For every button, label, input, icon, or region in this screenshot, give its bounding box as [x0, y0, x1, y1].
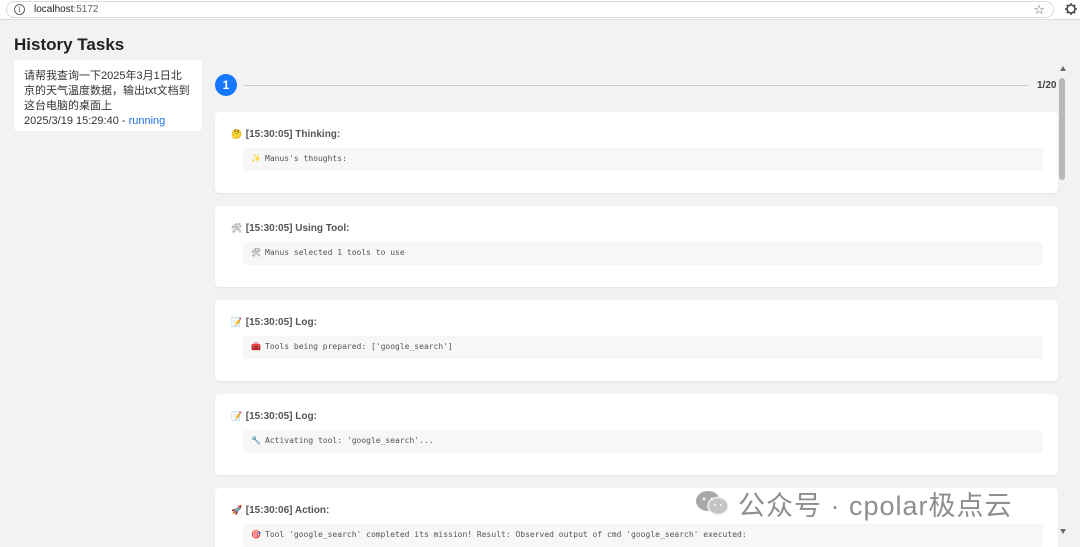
log-header: 🤔 [15:30:05] Thinking: — [231, 129, 340, 140]
tools-icon: 🛠 — [251, 248, 262, 257]
memo-icon: 📝 — [231, 317, 243, 327]
log-card: 📝 [15:30:05] Log: 🧰 Tools being prepared:… — [215, 300, 1058, 381]
sparkles-icon: ✨ — [251, 154, 261, 163]
step-indicator[interactable]: 1 — [215, 74, 237, 96]
watermark: 公众号 · cpolar极点云 — [694, 484, 1013, 522]
rocket-icon: 🚀 — [231, 505, 243, 515]
task-timestamp: 2025/3/19 15:29:40 — [24, 115, 119, 127]
log-header: 📝 [15:30:05] Log: — [231, 411, 317, 422]
step-progress-line — [244, 85, 1028, 86]
log-content: 🛠 Manus selected 1 tools to use — [243, 242, 1043, 265]
log-card: 🛠 [15:30:05] Using Tool: 🛠 Manus selected… — [215, 206, 1058, 287]
history-tasks-title: History Tasks — [14, 35, 125, 54]
log-content: 🎯 Tool 'google_search' completed its miss… — [243, 524, 1043, 547]
log-title: [15:30:06] Action: — [245, 505, 330, 516]
extensions-icon[interactable] — [1064, 2, 1078, 16]
task-status: running — [128, 115, 166, 127]
url-text[interactable]: localhost:5172 — [34, 4, 99, 15]
history-task-item[interactable]: 请帮我查询一下2025年3月1日北京的天气温度数据，输出txt文档到这台电脑的桌… — [14, 60, 202, 131]
log-content: ✨ Manus's thoughts: — [243, 148, 1043, 171]
wechat-logo-icon — [696, 491, 729, 516]
log-text: Manus selected 1 tools to use — [265, 248, 405, 257]
log-text: Tools being prepared: ['google_search'] — [265, 342, 453, 351]
task-prompt: 请帮我查询一下2025年3月1日北京的天气温度数据，输出txt文档到这台电脑的桌… — [24, 70, 190, 112]
scroll-down-arrow-icon[interactable] — [1060, 529, 1066, 534]
vertical-scrollbar[interactable] — [1058, 64, 1068, 540]
log-title: [15:30:05] Using Tool: — [245, 223, 350, 234]
task-separator: - — [118, 115, 129, 127]
log-title: [15:30:05] Thinking: — [245, 129, 341, 140]
log-text: Manus's thoughts: — [265, 154, 347, 163]
log-text: Tool 'google_search' completed its missi… — [265, 530, 747, 539]
thinking-icon: 🤔 — [231, 129, 243, 139]
bookmark-star-icon[interactable]: ☆ — [1033, 2, 1045, 17]
log-card: 🤔 [15:30:05] Thinking: ✨ Manus's thoughts… — [215, 112, 1058, 193]
log-header: 📝 [15:30:05] Log: — [231, 317, 317, 328]
browser-toolbar: i localhost:5172 ☆ — [0, 0, 1080, 20]
scroll-thumb[interactable] — [1059, 78, 1065, 180]
log-title: [15:30:05] Log: — [245, 411, 317, 422]
address-bar[interactable]: i localhost:5172 ☆ — [6, 1, 1054, 18]
target-icon: 🎯 — [251, 530, 261, 539]
step-counter: 1/20 — [1037, 80, 1057, 91]
log-title: [15:30:05] Log: — [245, 317, 317, 328]
wrench-icon: 🔧 — [251, 436, 261, 445]
log-card: 📝 [15:30:05] Log: 🔧 Activating tool: 'goo… — [215, 394, 1058, 475]
log-header: 🛠 [15:30:05] Using Tool: — [231, 223, 350, 234]
log-text: Activating tool: 'google_search'... — [265, 436, 434, 445]
log-header: 🚀 [15:30:06] Action: — [231, 505, 329, 516]
toolbox-icon: 🧰 — [251, 342, 261, 351]
memo-icon: 📝 — [231, 411, 243, 421]
watermark-text: 公众号 · cpolar极点云 — [738, 490, 1013, 521]
scroll-up-arrow-icon[interactable] — [1060, 66, 1066, 71]
site-info-icon[interactable]: i — [14, 4, 25, 15]
tools-icon: 🛠 — [231, 223, 243, 233]
log-content: 🧰 Tools being prepared: ['google_search'] — [243, 336, 1043, 359]
log-content: 🔧 Activating tool: 'google_search'... — [243, 430, 1043, 453]
